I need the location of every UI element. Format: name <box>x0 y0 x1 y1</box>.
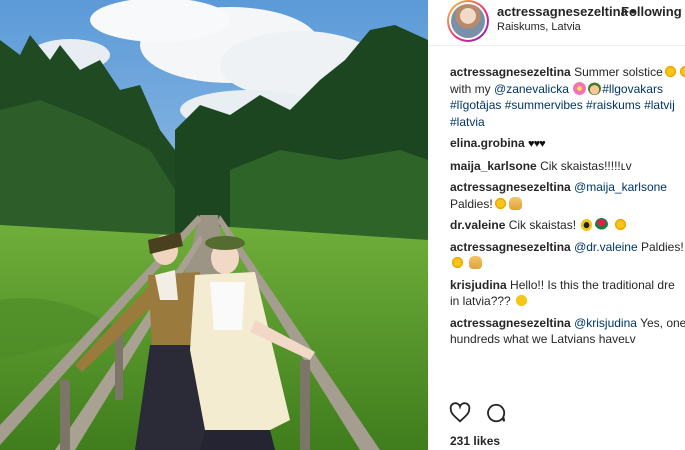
sun-emoji-icon <box>678 65 685 78</box>
comments-list: actressagnesezeltina Summer solstice wit… <box>450 64 685 353</box>
comment-username[interactable]: dr.valeine <box>450 218 505 232</box>
post-photo[interactable] <box>0 0 428 450</box>
wreath-face-emoji-icon <box>588 81 602 95</box>
rose-emoji-icon <box>595 218 609 231</box>
pray-emoji-icon <box>508 196 522 210</box>
avatar-image <box>451 4 485 38</box>
header-username[interactable]: actressagnesezeltina <box>497 4 628 19</box>
hashtag-link[interactable]: #latvia <box>450 115 485 129</box>
post-header: actressagnesezeltina • Following Raiskums… <box>428 0 685 46</box>
sun-emoji-icon <box>493 196 507 210</box>
hashtag-link[interactable]: #llgovakars <box>602 82 663 96</box>
mention-link[interactable]: @krisjudina <box>574 316 637 330</box>
comment-text: in latvia??? <box>450 294 511 308</box>
comment-username[interactable]: actressagnesezeltina <box>450 240 571 254</box>
post-actions <box>449 402 517 428</box>
mention-link[interactable]: @zanevalicka <box>494 82 569 96</box>
pray-emoji-icon <box>469 256 483 269</box>
comment-username[interactable]: elina.grobina <box>450 136 525 150</box>
photo-scene <box>0 0 428 450</box>
caption-text: Summer solstice <box>574 65 663 79</box>
heart-outline-icon[interactable] <box>449 402 471 424</box>
comment-item: actressagnesezeltina @krisjudina Yes, on… <box>450 315 685 348</box>
comment-item: dr.valeine Cik skaistas! <box>450 217 685 234</box>
mention-link[interactable]: @maija_karlsone <box>574 180 667 194</box>
heart-eyes-emoji-icon <box>515 294 529 307</box>
avatar[interactable] <box>447 0 489 42</box>
likes-count[interactable]: 231 likes <box>450 434 500 448</box>
blossom-emoji-icon <box>573 81 587 95</box>
comment-item: krisjudina Hello!! Is this the tradition… <box>450 277 685 310</box>
hashtag-link[interactable]: #līgotājas #summervibes #raiskums #latvi… <box>450 98 675 112</box>
post-side-panel: actressagnesezeltina • Following Raiskums… <box>428 0 685 450</box>
location-link[interactable]: Raiskums, Latvia <box>497 21 581 33</box>
sun-emoji-icon <box>451 256 464 269</box>
header-user-line: actressagnesezeltina • <box>497 4 638 19</box>
sunglasses-emoji-icon <box>580 218 594 231</box>
comment-item: actressagnesezeltina @dr.valeine Paldies… <box>450 239 685 272</box>
comment-text: Yes, one <box>640 315 685 330</box>
mention-link[interactable]: @dr.valeine <box>574 240 638 254</box>
comment-text: Hello!! Is this the traditional dre <box>510 277 675 292</box>
comment-username[interactable]: actressagnesezeltina <box>450 316 571 330</box>
comment-text: hundreds what we Latvians haveʟv <box>450 332 636 346</box>
comment-username[interactable]: actressagnesezeltina <box>450 65 571 79</box>
comment-text: Paldies! <box>450 196 493 211</box>
comment-item: elina.grobina ♥♥♥ <box>450 135 685 153</box>
comment-item: actressagnesezeltina @maija_karlsone Pal… <box>450 179 685 212</box>
comment-username[interactable]: maija_karlsone <box>450 159 537 173</box>
black-hearts-emoji: ♥♥♥ <box>528 138 546 150</box>
caption-text: with my <box>450 81 491 96</box>
following-button[interactable]: Following <box>621 4 682 19</box>
comment-text: Cik skaistas!!!!!ʟv <box>540 158 632 173</box>
comment-bubble-icon[interactable] <box>485 402 507 424</box>
comment-text: Paldies! <box>640 239 684 254</box>
sun-emoji-icon <box>663 65 677 78</box>
sun-emoji-icon <box>613 218 627 231</box>
caption: actressagnesezeltina Summer solstice wit… <box>450 64 685 130</box>
comment-username[interactable]: krisjudina <box>450 278 507 292</box>
comment-item: maija_karlsone Cik skaistas!!!!!ʟv <box>450 158 685 175</box>
comment-text: Cik skaistas! <box>508 218 577 232</box>
comment-username[interactable]: actressagnesezeltina <box>450 180 571 194</box>
